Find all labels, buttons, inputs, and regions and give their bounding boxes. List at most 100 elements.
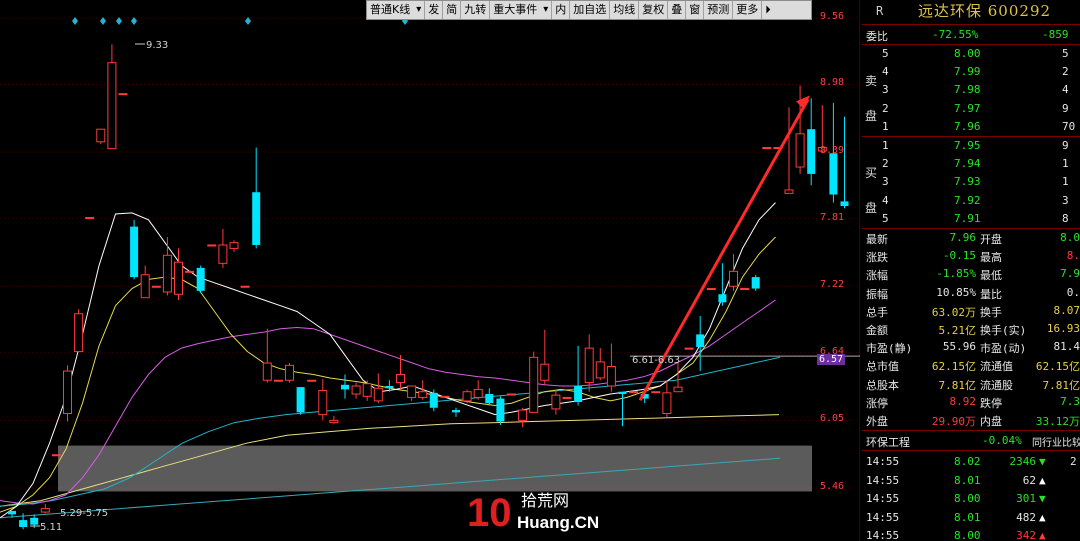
high-label: 9.33 [146, 40, 168, 51]
candle-up [262, 362, 272, 381]
trade-tick-row: 14:55 8.00 301 ▼ [866, 492, 1046, 506]
candle-up [318, 390, 328, 416]
orderbook-row: 4 7.99 2 [882, 65, 1069, 79]
candle-up [207, 244, 217, 247]
site-watermark: 10 拾荒网 Huang.CN [467, 491, 599, 535]
candle-up [551, 394, 561, 410]
toolbar-item[interactable]: 简 [443, 1, 462, 19]
toolbar-item[interactable]: 九转 [461, 1, 491, 19]
orderbook-row: 1 7.96 70 [882, 119, 1076, 133]
y-tick-label: 5.46 [820, 481, 845, 492]
candle-up [118, 93, 128, 96]
candle-up [651, 391, 661, 394]
candle-down [696, 334, 705, 347]
trade-tick-row: 14:55 8.00 342 ▲ [866, 529, 1046, 541]
candle-up [518, 409, 528, 421]
candle-up [218, 244, 228, 264]
trade-tick-row: 14:55 8.01 62 ▲ [866, 473, 1046, 487]
candle-up [606, 365, 616, 387]
candle-up [784, 189, 794, 194]
toolbar-item[interactable]: 窗 [686, 1, 705, 19]
candle-up [362, 383, 372, 397]
orderbook-row: 3 7.98 4 [882, 83, 1069, 97]
candle-up [396, 374, 405, 384]
y-tick-label: 7.81 [820, 211, 845, 223]
candle-down [385, 385, 394, 389]
orderbook-row: 2 7.94 1 [882, 157, 1069, 171]
current-price-tag: 6.57 [817, 353, 846, 365]
candle-up [162, 254, 172, 293]
toolbar-item[interactable]: 叠 [668, 1, 687, 19]
candle-down [829, 153, 838, 195]
stat-row: 总市值 62.15亿 流通值 62.15亿 [866, 360, 1080, 374]
trade-tick-row: 14:55 8.01 482 ▲ [866, 510, 1046, 524]
toolbar-item[interactable]: 均线 [610, 1, 640, 19]
toolbar-item[interactable]: 内 [552, 1, 571, 19]
line-label: 6.61-6.63 [632, 355, 680, 366]
candle-up [706, 288, 716, 291]
orderbook-row: 4 7.92 3 [882, 193, 1069, 207]
buy-label: 买盘 [864, 166, 877, 215]
toolbar-item[interactable]: 重大事件 [490, 1, 553, 19]
candle-up [418, 391, 428, 398]
up-arrow-icon: ▲ [1039, 473, 1046, 487]
candle-up [407, 385, 417, 398]
candle-down [751, 277, 760, 289]
candle-down [718, 294, 727, 303]
candle-up [540, 363, 550, 381]
candle-down [8, 510, 16, 515]
compare-link[interactable]: 同行业比较 [1032, 434, 1080, 449]
y-tick-label: 8.39 [820, 145, 845, 157]
candle-up [273, 379, 283, 382]
candle-down [130, 226, 139, 278]
y-tick-label: 9.56 [820, 11, 845, 22]
kline-chart[interactable]: 9.33 5.11 5.29-5.75 6.61-6.63 [0, 0, 860, 541]
y-tick-label: 8.98 [820, 77, 845, 89]
candle-up [151, 285, 161, 288]
candle-up [562, 396, 572, 399]
candle-up [373, 387, 383, 402]
candle-up [40, 508, 50, 513]
candle-down [429, 392, 438, 408]
stock-chart-window: 9.33 5.11 5.29-5.75 6.61-6.63 普通K线发简九转重大事件内… [0, 0, 1080, 541]
stock-title: R 远达环保 600292 [862, 0, 1080, 22]
toolbar-item[interactable]: 预测 [704, 1, 734, 19]
toolbar-item[interactable]: 复权 [639, 1, 669, 19]
stat-row: 涨幅 -1.85% 最低 7.9 [866, 267, 1080, 283]
candle-down [252, 192, 261, 245]
candle-up [662, 392, 672, 414]
stock-name: 远达环保 600292 [918, 2, 1052, 20]
quote-panel: R 远达环保 600292 委比 -72.55% -859 5 8.00 5 4 … [862, 0, 1080, 541]
candle-up [307, 379, 317, 382]
trade-tick-row: 14:55 8.02 2346 ▼ 2 [866, 455, 1077, 468]
candle-down [30, 517, 39, 525]
candle-down [496, 398, 505, 422]
candle-down [485, 394, 494, 404]
down-arrow-icon: ▼ [1039, 455, 1046, 468]
candle-up [51, 454, 61, 457]
candle-up [673, 386, 683, 393]
toolbar-item[interactable]: ⏵ [762, 1, 774, 19]
event-marker [245, 17, 251, 25]
stat-row: 涨停 8.92 跌停 7.3 [866, 394, 1080, 410]
y-tick-label: 6.05 [820, 413, 845, 425]
toolbar-item[interactable]: 发 [425, 1, 444, 19]
candle-up [174, 261, 183, 295]
candle-up [63, 370, 72, 414]
stat-row: 外盘 29.90万 内盘 33.12万 [866, 415, 1080, 428]
candle-down [452, 410, 460, 413]
candle-up [240, 285, 250, 288]
watermark-num: 10 [467, 491, 512, 535]
sector-row[interactable]: 环保工程 -0.04% 同行业比较 [862, 432, 1080, 450]
low-label: 5.11 [40, 522, 62, 533]
candle-up [473, 388, 483, 398]
candle-up [329, 419, 339, 424]
toolbar-item[interactable]: 普通K线 [367, 1, 426, 19]
candle-down [296, 387, 305, 413]
candle-up [762, 147, 772, 150]
toolbar-item[interactable]: 加自选 [570, 1, 611, 19]
sell-label: 卖盘 [864, 74, 877, 123]
stat-row: 金额 5.21亿 换手(实) 16.93 [866, 322, 1080, 337]
orderbook-row: 1 7.95 9 [882, 139, 1069, 152]
toolbar-item[interactable]: 更多 [733, 1, 763, 19]
